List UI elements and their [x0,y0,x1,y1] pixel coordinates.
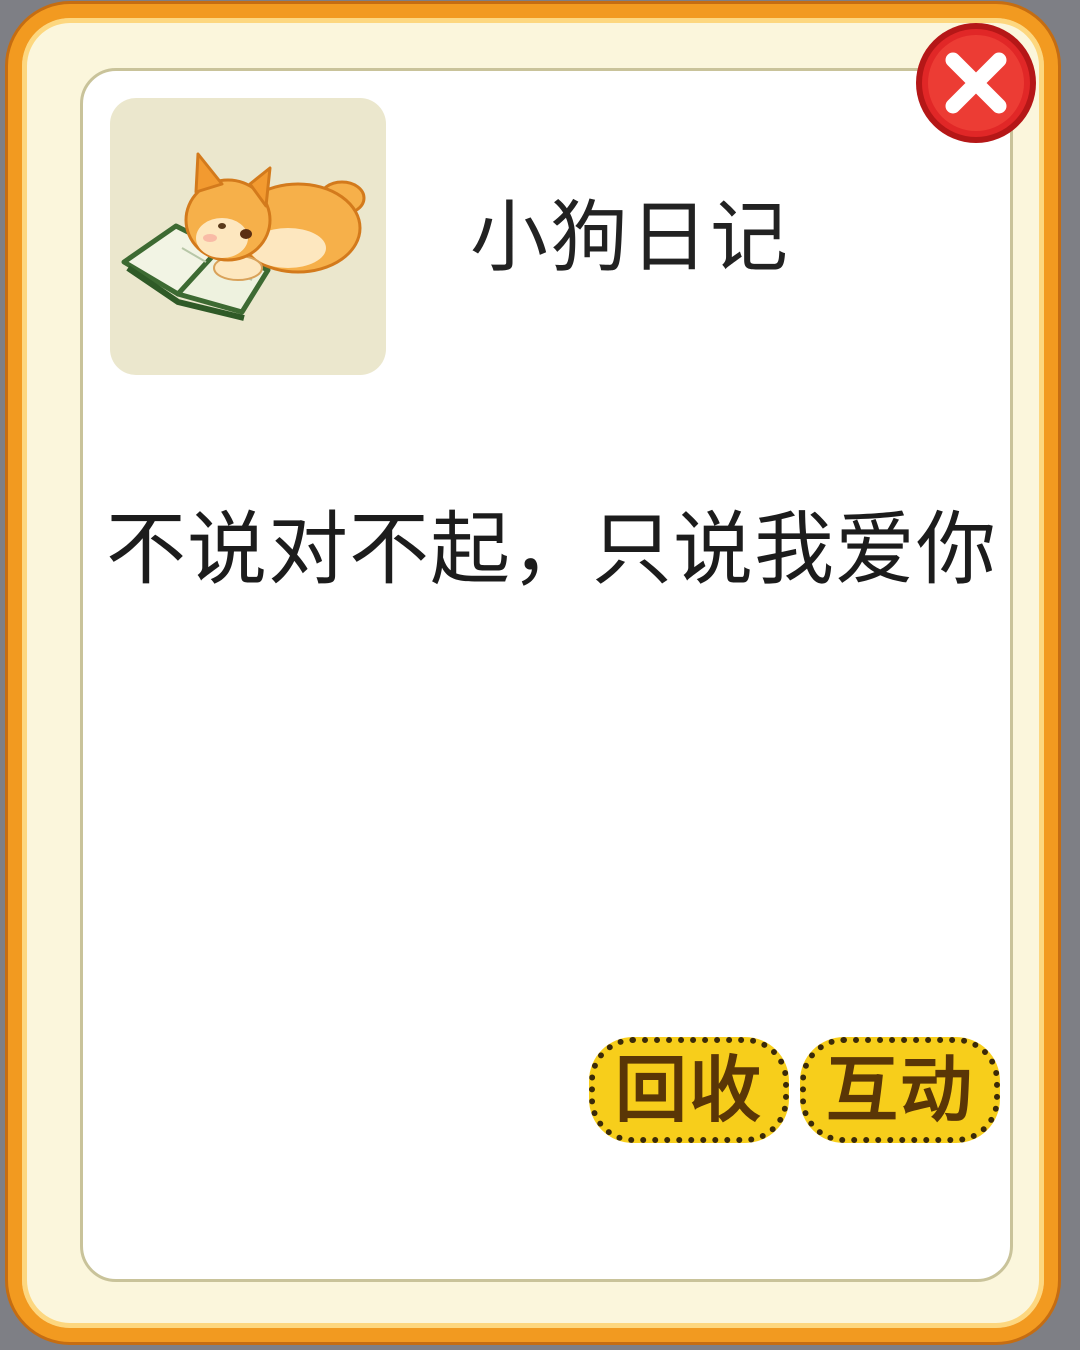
interact-button[interactable]: 互动 [800,1037,1000,1143]
recycle-button[interactable]: 回收 [589,1037,789,1143]
close-x-icon [916,23,1036,143]
item-icon-frame [110,98,386,375]
puppy-reading-book-icon [121,152,366,321]
item-title: 小狗日记 [469,193,790,283]
diary-message: 不说对不起，只说我爱你 [106,503,997,596]
close-button[interactable] [913,20,1039,146]
